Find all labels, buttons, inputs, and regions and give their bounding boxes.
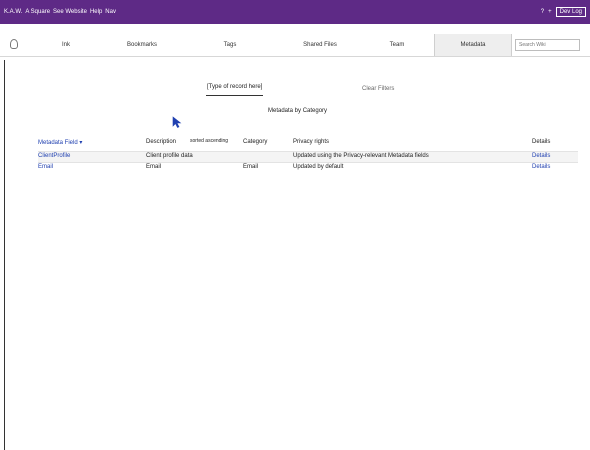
col-header-field[interactable]: Metadata Field ▾ (38, 139, 82, 146)
help-icon[interactable]: ? (541, 9, 544, 15)
title-link-section[interactable]: A Square (25, 9, 50, 15)
tab-bookmarks[interactable]: Bookmarks (104, 34, 180, 56)
mouse-cursor-icon (172, 116, 182, 128)
row-description: Client profile data (146, 153, 193, 159)
col-header-description[interactable]: Description (146, 139, 176, 145)
col-header-details: Details (532, 139, 551, 145)
table-row: Email Email Email Updated by default Det… (38, 162, 578, 173)
title-link-nav[interactable]: Nav (105, 9, 116, 15)
row-details-link[interactable]: Details (532, 164, 550, 170)
row-privacy: Updated by default (293, 164, 344, 170)
table-header: Metadata Field ▾ Description sorted asce… (38, 138, 578, 148)
col-header-category[interactable]: Category (243, 139, 267, 145)
col-header-privacy[interactable]: Privacy rights (293, 139, 329, 145)
title-link-website[interactable]: See Website (53, 9, 87, 15)
record-type-select[interactable]: [Type of record here] (206, 84, 264, 96)
table-row: ClientProfile Client profile data Update… (38, 151, 578, 162)
tab-team[interactable]: Team (360, 34, 434, 56)
tab-bar: Ink Bookmarks Tags Shared Files Team Met… (0, 34, 590, 57)
home-icon[interactable] (10, 39, 18, 49)
sort-indicator: sorted ascending (190, 138, 229, 144)
clear-filters-link[interactable]: Clear Filters (362, 86, 394, 92)
tab-tags[interactable]: Tags (182, 34, 278, 56)
page: K.A.W. A Square See Website Help Nav ? +… (0, 0, 590, 450)
tab-shared-files[interactable]: Shared Files (280, 34, 360, 56)
row-field-link[interactable]: Email (38, 164, 53, 170)
row-description: Email (146, 164, 162, 170)
page-subtitle: Metadata by Category (268, 108, 328, 114)
title-bar-links: K.A.W. A Square See Website Help Nav (4, 7, 119, 17)
tab-metadata[interactable]: Metadata (434, 34, 512, 56)
title-link-home[interactable]: K.A.W. (4, 9, 22, 15)
row-field-link[interactable]: ClientProfile (38, 153, 70, 159)
row-privacy: Updated using the Privacy-relevant Metad… (293, 153, 429, 159)
left-divider (4, 60, 5, 450)
search-input[interactable] (515, 39, 580, 51)
title-bar: K.A.W. A Square See Website Help Nav ? +… (0, 0, 590, 24)
row-details-link[interactable]: Details (532, 153, 550, 159)
tab-ink[interactable]: Ink (30, 34, 102, 56)
row-category: Email (243, 164, 259, 170)
user-menu-button[interactable]: Dev Log (555, 7, 586, 17)
add-icon[interactable]: + (548, 9, 552, 15)
title-bar-right: ? + Dev Log (537, 6, 586, 18)
title-link-help[interactable]: Help (90, 9, 102, 15)
